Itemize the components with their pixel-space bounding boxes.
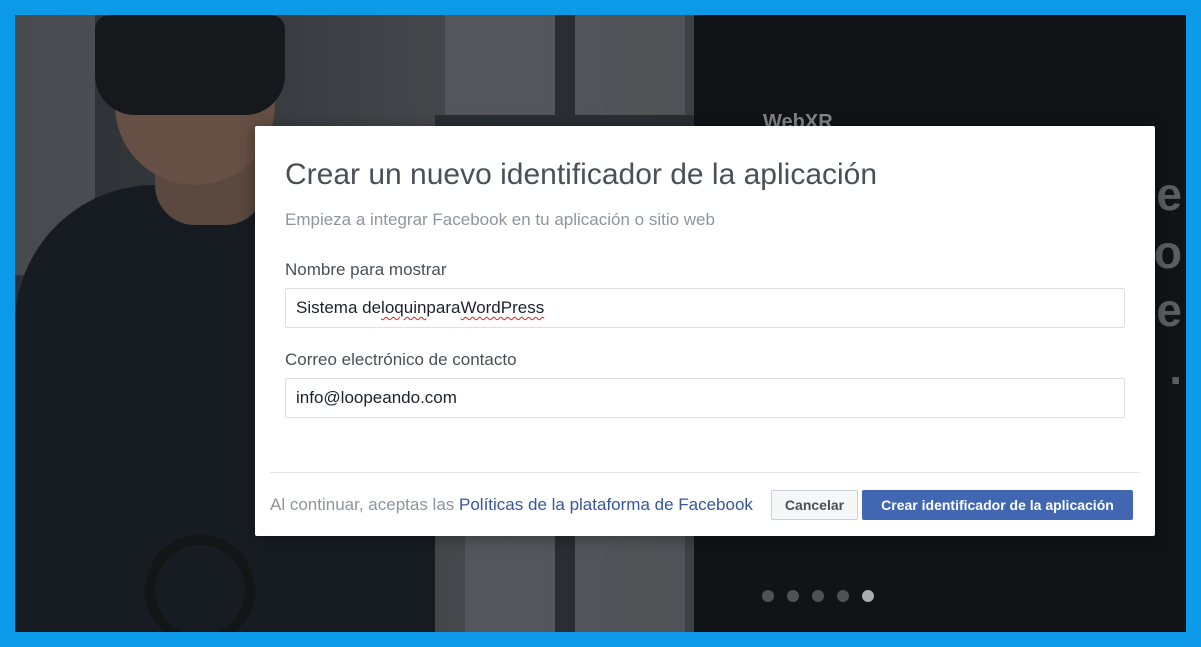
footer-terms-text: Al continuar, aceptas las Políticas de l…	[270, 495, 753, 514]
display-name-input[interactable]: Sistema de loquin para WordPress	[285, 288, 1125, 328]
footer-divider	[270, 472, 1140, 473]
contact-email-input[interactable]: info@loopeando.com	[285, 378, 1125, 418]
dialog-title: Crear un nuevo identificador de la aplic…	[285, 158, 878, 191]
platform-policies-link[interactable]: Políticas de la plataforma de Facebook	[459, 495, 753, 514]
contact-email-label: Correo electrónico de contacto	[285, 350, 517, 369]
create-app-id-button[interactable]: Crear identificador de la aplicación	[862, 490, 1133, 520]
create-app-dialog: Crear un nuevo identificador de la aplic…	[255, 126, 1155, 536]
dialog-subtitle: Empieza a integrar Facebook en tu aplica…	[285, 210, 715, 229]
cancel-button[interactable]: Cancelar	[771, 490, 858, 520]
display-name-label: Nombre para mostrar	[285, 260, 447, 279]
